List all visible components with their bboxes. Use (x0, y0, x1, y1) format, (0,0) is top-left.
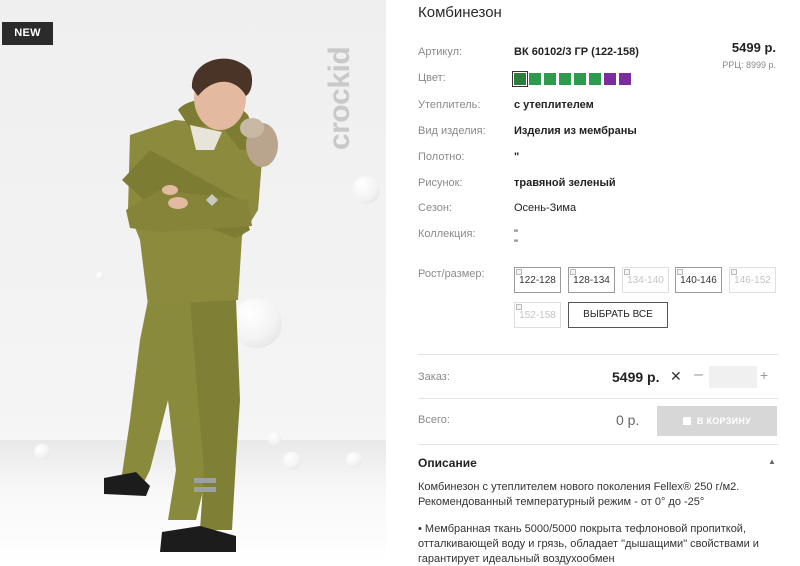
attr-value: " (514, 151, 520, 163)
color-swatch[interactable] (529, 73, 541, 85)
size-option[interactable]: 146-152 (729, 267, 776, 293)
attr-value: Изделия из мембраны (514, 125, 637, 137)
size-option[interactable]: 152-158 (514, 302, 561, 328)
color-swatch[interactable] (619, 73, 631, 85)
brand-logo: crockid (323, 46, 356, 150)
total-label: Всего: (418, 414, 450, 426)
divider (418, 354, 778, 355)
product-rrp: РРЦ: 8999 р. (722, 60, 776, 70)
attr-value-extra: " (514, 238, 518, 250)
checkbox-icon (516, 304, 522, 310)
attr-label: Артикул: (418, 46, 463, 58)
chevron-up-icon[interactable]: ▲ (768, 457, 776, 466)
attr-label: Сезон: (418, 202, 452, 214)
new-badge: NEW (2, 22, 53, 45)
product-price: 5499 р. (731, 40, 776, 55)
color-swatch[interactable] (589, 73, 601, 85)
order-price: 5499 р. (612, 369, 660, 385)
color-swatch[interactable] (559, 73, 571, 85)
quantity-input[interactable] (709, 366, 757, 388)
description-paragraph: • Мембранная ткань 5000/5000 покрыта теф… (418, 523, 759, 565)
color-swatch[interactable] (604, 73, 616, 85)
color-swatch[interactable] (512, 71, 528, 87)
attr-label: Коллекция: (418, 228, 476, 240)
attr-value: ВК 60102/3 ГР (122-158) (514, 46, 639, 58)
checkbox-icon (731, 269, 737, 275)
size-option[interactable]: 128-134 (568, 267, 615, 293)
remove-icon[interactable]: ✕ (670, 368, 682, 385)
attr-value: с утеплителем (514, 99, 594, 111)
checkbox-icon (677, 269, 683, 275)
checkbox-icon (570, 269, 576, 275)
total-value: 0 р. (616, 412, 640, 428)
attr-label: Вид изделия: (418, 125, 486, 137)
bag-icon (682, 417, 691, 425)
attr-label: Цвет: (418, 72, 446, 84)
size-option[interactable]: 140-146 (675, 267, 722, 293)
product-title: Комбинезон (418, 4, 502, 21)
divider (418, 398, 778, 399)
attr-value: Осень-Зима (514, 202, 577, 214)
color-swatch[interactable] (544, 73, 556, 85)
description-paragraph: Комбинезон с утеплителем нового поколени… (418, 481, 740, 508)
attr-label: Рост/размер: (418, 268, 485, 280)
checkbox-icon (624, 269, 630, 275)
attr-label: Полотно: (418, 151, 465, 163)
select-all-button[interactable]: ВЫБРАТЬ ВСЕ (568, 302, 668, 328)
color-swatches (512, 71, 631, 87)
order-label: Заказ: (418, 371, 450, 383)
quantity-decrease-button[interactable]: – (694, 366, 703, 384)
size-option[interactable]: 122-128 (514, 267, 561, 293)
size-option[interactable]: 134-140 (622, 267, 669, 293)
quantity-increase-button[interactable]: + (760, 367, 768, 383)
attr-label: Утеплитель: (418, 99, 481, 111)
checkbox-icon (516, 269, 522, 275)
attr-value: травяной зеленый (514, 177, 616, 189)
divider (418, 444, 778, 445)
attr-label: Рисунок: (418, 177, 463, 189)
product-details: Комбинезон 5499 р. РРЦ: 8999 р. Артикул:… (400, 0, 800, 566)
product-photo[interactable]: NEW crockid (0, 0, 386, 566)
color-swatch[interactable] (574, 73, 586, 85)
add-to-cart-button[interactable]: В КОРЗИНУ (657, 406, 777, 436)
description-title[interactable]: Описание (418, 456, 477, 470)
